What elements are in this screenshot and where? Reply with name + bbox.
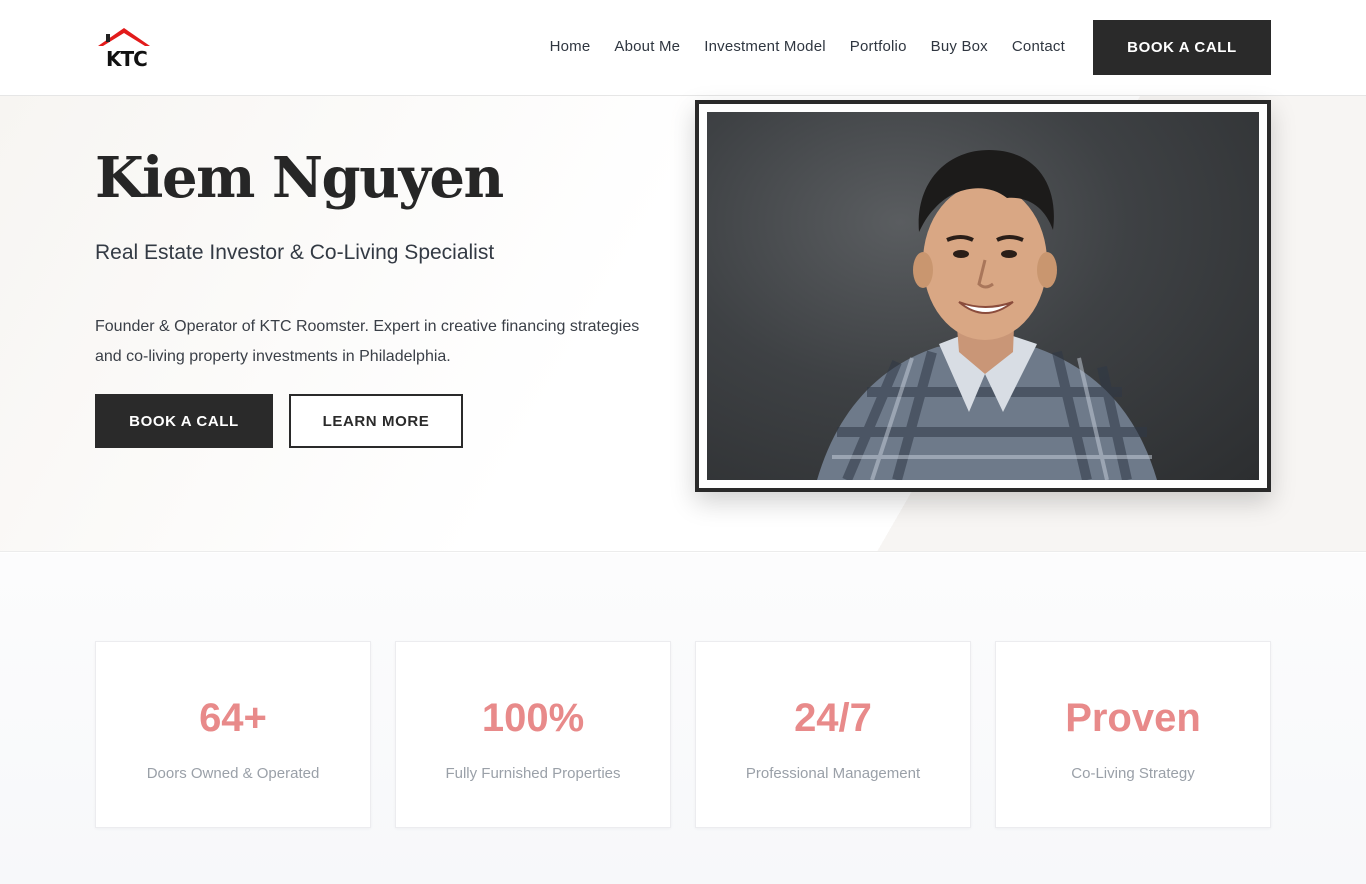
stat-value: Proven xyxy=(1065,696,1201,740)
svg-text:KTC: KTC xyxy=(106,47,147,70)
stat-label: Fully Furnished Properties xyxy=(445,765,621,782)
hero-subtitle: Real Estate Investor & Co-Living Special… xyxy=(95,241,495,264)
main-nav: Home About Me Investment Model Portfolio… xyxy=(550,37,1065,57)
hero-learn-more-button[interactable]: LEARN MORE xyxy=(289,394,463,448)
nav-investment-model-link[interactable]: Investment Model xyxy=(704,37,826,57)
hero-book-call-button[interactable]: BOOK A CALL xyxy=(95,394,273,448)
stat-value: 64+ xyxy=(199,696,267,740)
header-book-call-button[interactable]: BOOK A CALL xyxy=(1093,20,1271,75)
stats-section: 64+ Doors Owned & Operated 100% Fully Fu… xyxy=(0,553,1366,884)
stat-label: Doors Owned & Operated xyxy=(146,765,320,782)
nav-about-link[interactable]: About Me xyxy=(614,37,680,57)
stat-value: 24/7 xyxy=(794,696,872,740)
stat-card-management: 24/7 Professional Management xyxy=(695,641,971,828)
stat-label: Co-Living Strategy xyxy=(1071,765,1195,782)
stat-value: 100% xyxy=(481,696,585,740)
portrait-frame xyxy=(695,100,1271,492)
nav-portfolio-link[interactable]: Portfolio xyxy=(850,37,907,57)
stat-card-doors: 64+ Doors Owned & Operated xyxy=(95,641,371,828)
portrait-photo xyxy=(707,112,1259,480)
site-header: KTC Home About Me Investment Model Portf… xyxy=(0,0,1366,96)
ktc-logo[interactable]: KTC xyxy=(96,26,152,70)
hero-section: Kiem Nguyen Real Estate Investor & Co-Li… xyxy=(0,96,1366,552)
hero-description: Founder & Operator of KTC Roomster. Expe… xyxy=(95,318,640,365)
nav-contact-link[interactable]: Contact xyxy=(1012,37,1065,57)
stat-card-strategy: Proven Co-Living Strategy xyxy=(995,641,1271,828)
nav-home-link[interactable]: Home xyxy=(550,37,591,57)
hero-title: Kiem Nguyen xyxy=(95,145,504,211)
stat-card-furnished: 100% Fully Furnished Properties xyxy=(395,641,671,828)
nav-buy-box-link[interactable]: Buy Box xyxy=(931,37,988,57)
stat-label: Professional Management xyxy=(745,765,921,782)
